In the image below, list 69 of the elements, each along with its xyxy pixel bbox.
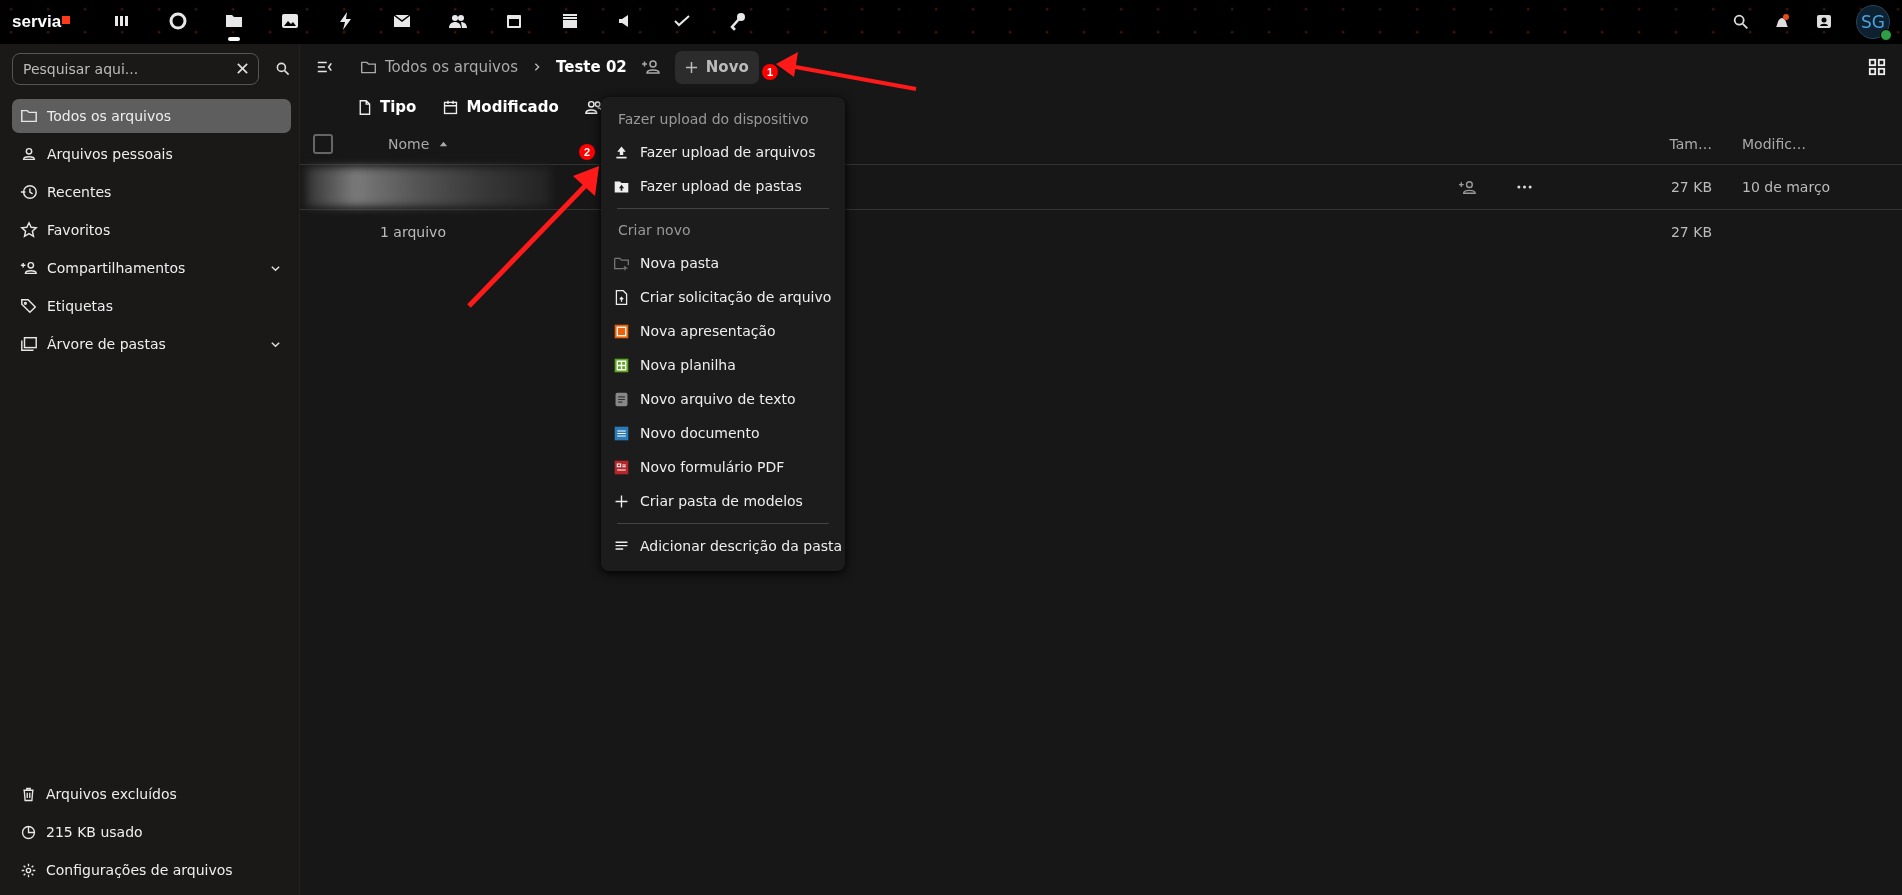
- add-person-icon: [20, 259, 38, 277]
- menu-heading: Criar novo: [617, 221, 692, 240]
- search-field[interactable]: Pesquisar aqui...: [12, 53, 259, 85]
- checkbox[interactable]: [313, 134, 333, 154]
- document-icon: [613, 424, 630, 442]
- nav-item[interactable]: 215 KB usado: [12, 815, 291, 849]
- search-icon[interactable]: [275, 61, 291, 77]
- more-icon[interactable]: [1517, 185, 1532, 189]
- search-icon[interactable]: [1732, 13, 1750, 31]
- avatar[interactable]: SG: [1856, 5, 1890, 39]
- nav-item[interactable]: Árvore de pastas: [12, 327, 291, 361]
- nav-item[interactable]: Configurações de arquivos: [12, 853, 291, 887]
- status-icon: [1880, 29, 1892, 41]
- chevron-right-icon: [532, 62, 542, 72]
- column-header[interactable]: Modific…: [1742, 136, 1862, 152]
- person-icon: [20, 145, 38, 163]
- sort-up-icon: [439, 139, 449, 149]
- text-file-icon: [613, 390, 630, 408]
- nav-item[interactable]: Favoritos: [12, 213, 291, 247]
- menu-item[interactable]: Nova apresentação: [601, 314, 845, 348]
- breadcrumb[interactable]: Todos os arquivos: [360, 58, 518, 76]
- column-header[interactable]: Nome: [388, 136, 449, 152]
- tag-icon: [20, 297, 38, 315]
- menu-item[interactable]: Novo formulário PDF: [601, 450, 845, 484]
- nav-item[interactable]: Etiquetas: [12, 289, 291, 323]
- spreadsheet-icon: [613, 356, 630, 374]
- history-icon: [20, 183, 38, 201]
- folders-icon: [20, 335, 38, 353]
- add-person-icon[interactable]: [640, 57, 661, 77]
- file-upload-icon: [613, 288, 630, 306]
- star-icon: [20, 221, 38, 239]
- new-button[interactable]: Novo: [674, 50, 759, 84]
- filter-button[interactable]: Tipo: [356, 98, 417, 116]
- settings-icon: [20, 861, 37, 879]
- close-icon[interactable]: [236, 62, 249, 75]
- menu-item[interactable]: Criar pasta de modelos: [601, 484, 845, 518]
- pie-icon: [20, 823, 37, 841]
- table-cell: 1 arquivo: [380, 224, 446, 240]
- grid-view-icon[interactable]: [1868, 58, 1886, 76]
- nav-item[interactable]: Recentes: [12, 175, 291, 209]
- menu-item[interactable]: Novo documento: [601, 416, 845, 450]
- breadcrumb[interactable]: Teste 02: [556, 58, 627, 76]
- pdf-form-icon: [613, 458, 630, 476]
- filter-button[interactable]: Modificado: [442, 98, 559, 116]
- column-header[interactable]: Tam…: [1612, 136, 1712, 152]
- annotation-badge: 2: [579, 144, 595, 160]
- menu-heading: Fazer upload do dispositivo: [617, 110, 810, 129]
- logo[interactable]: servia: [12, 12, 71, 32]
- table-cell-text: 27 KB: [1669, 224, 1712, 240]
- annotation-badge: 1: [762, 64, 778, 80]
- menu-item[interactable]: Fazer upload de pastas: [601, 169, 845, 203]
- nav-item[interactable]: Arquivos excluídos: [12, 777, 291, 811]
- menu-item[interactable]: Fazer upload de arquivos: [601, 135, 845, 169]
- folder-icon: [20, 107, 38, 125]
- table-cell-text: 10 de março: [1742, 179, 1832, 195]
- calendar-icon: [442, 98, 460, 116]
- menu-item[interactable]: Criar solicitação de arquivo: [601, 280, 845, 314]
- menu-item[interactable]: Nova planilha: [601, 348, 845, 382]
- menu-item[interactable]: Novo arquivo de texto: [601, 382, 845, 416]
- presentation-icon: [613, 322, 630, 340]
- nav-item[interactable]: Arquivos pessoais: [12, 137, 291, 171]
- table-cell-text: 27 KB: [1669, 179, 1712, 195]
- nav-item[interactable]: Todos os arquivos: [12, 99, 291, 133]
- menu-item[interactable]: Nova pasta: [601, 246, 845, 280]
- trash-icon: [20, 785, 37, 803]
- nav-item[interactable]: Compartilhamentos: [12, 251, 291, 285]
- people-icon[interactable]: [584, 98, 603, 116]
- plus-icon: [684, 60, 698, 74]
- menu-item[interactable]: Adicionar descrição da pasta: [601, 529, 845, 563]
